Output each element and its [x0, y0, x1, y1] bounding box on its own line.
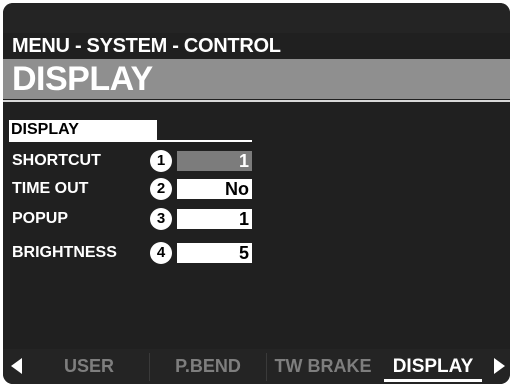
title-separator — [3, 100, 510, 102]
section-label: DISPLAY — [9, 120, 157, 140]
param-value-popup[interactable]: 1 — [177, 209, 252, 229]
tab-p-bend[interactable]: P.BEND — [150, 349, 266, 384]
param-value-brightness[interactable]: 5 — [177, 243, 252, 263]
param-number-badge: 4 — [150, 242, 172, 264]
param-label: POPUP — [12, 210, 69, 227]
menu-path: MENU - SYSTEM - CONTROL — [12, 35, 281, 57]
param-label: BRIGHTNESS — [12, 244, 117, 261]
param-number-badge: 3 — [150, 208, 172, 230]
tab-user[interactable]: USER — [29, 349, 149, 384]
left-triangle-arrow-icon[interactable] — [11, 358, 22, 374]
param-number-badge: 2 — [150, 178, 172, 200]
active-tab-underline — [384, 379, 482, 382]
param-value-time-out[interactable]: No — [177, 179, 252, 199]
top-strip — [3, 3, 510, 33]
right-triangle-arrow-icon[interactable] — [494, 358, 505, 374]
tab-tw-brake[interactable]: TW BRAKE — [267, 349, 379, 384]
param-label: SHORTCUT — [12, 152, 101, 169]
lcd-screen: MENU - SYSTEM - CONTROL DISPLAY DISPLAY … — [3, 3, 510, 384]
param-value-shortcut[interactable]: 1 — [177, 151, 252, 171]
page-title: DISPLAY — [12, 60, 153, 98]
section-underline — [9, 140, 252, 142]
param-number-badge: 1 — [150, 150, 172, 172]
param-label: TIME OUT — [12, 180, 89, 197]
